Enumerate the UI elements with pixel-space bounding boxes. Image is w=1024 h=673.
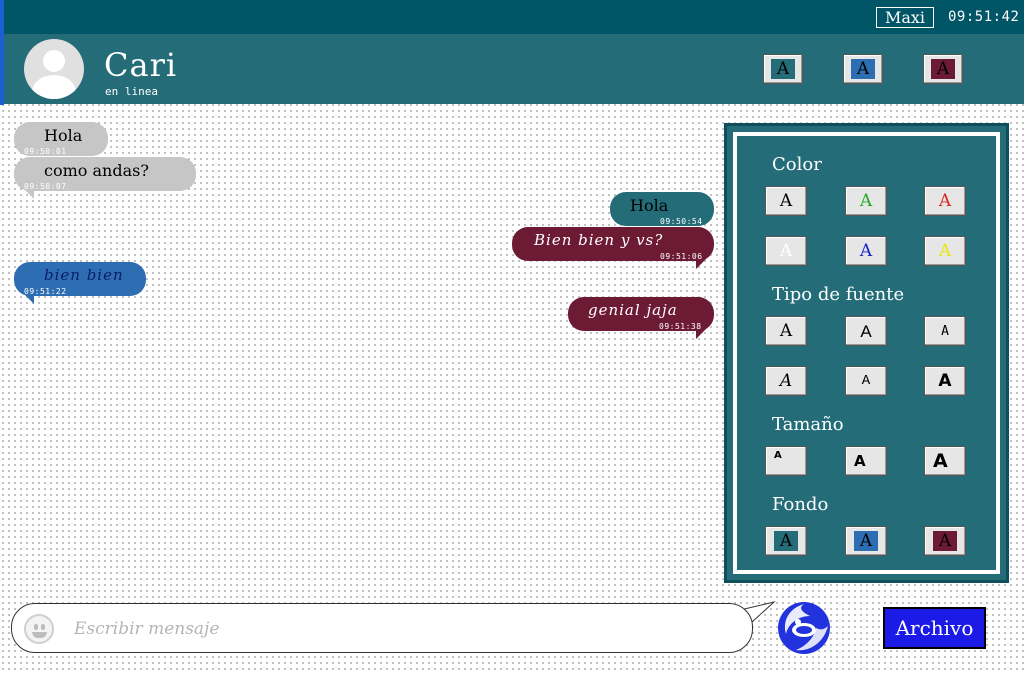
color-blue-glyph: A — [859, 240, 873, 261]
file-button[interactable]: Archivo — [883, 607, 986, 649]
avatar-head-icon — [43, 50, 65, 72]
font-bold-button[interactable]: A — [924, 366, 966, 396]
background-teal-swatch: A — [774, 531, 798, 551]
color-section-title: Color — [772, 154, 822, 175]
color-black-button[interactable]: A — [765, 186, 807, 216]
avatar-body-icon — [32, 75, 76, 99]
size-medium-glyph: A — [854, 451, 866, 470]
background-wine-button[interactable]: A — [924, 526, 966, 556]
message-text: como andas? — [44, 161, 149, 180]
bubble-tail — [24, 294, 34, 304]
message-time: 09:50:01 — [24, 147, 67, 156]
font-script-button[interactable]: A — [765, 366, 807, 396]
font-serif-button[interactable]: A — [765, 316, 807, 346]
bubble-tail — [696, 329, 706, 339]
emoji-eye — [41, 624, 45, 630]
background-teal-button[interactable]: A — [765, 526, 807, 556]
size-small-button[interactable]: A — [765, 446, 807, 476]
message-text: bien bien — [44, 266, 124, 284]
font-section-title: Tipo de fuente — [772, 284, 905, 305]
message-time: 09:50:54 — [660, 217, 703, 226]
message-bubble: Hola 09:50:54 — [610, 192, 714, 226]
theme-wine-swatch: A — [931, 59, 955, 79]
message-input[interactable] — [74, 614, 714, 644]
font-sans-button[interactable]: A — [845, 316, 887, 346]
font-mono-button[interactable]: A — [924, 316, 966, 346]
color-red-glyph: A — [938, 190, 952, 211]
size-section-title: Tamaño — [772, 414, 844, 435]
bubble-tail — [696, 259, 706, 269]
size-medium-button[interactable]: A — [845, 446, 887, 476]
color-blue-button[interactable]: A — [845, 236, 887, 266]
color-yellow-glyph: A — [938, 240, 952, 261]
emoji-eye — [34, 624, 38, 630]
background-blue-button[interactable]: A — [845, 526, 887, 556]
contact-status: en linea — [105, 85, 158, 98]
size-small-glyph: A — [774, 450, 782, 461]
background-wine-swatch: A — [933, 531, 957, 551]
color-green-glyph: A — [859, 190, 873, 211]
font-mono-glyph: A — [941, 323, 949, 339]
send-logo-icon[interactable] — [776, 600, 832, 656]
color-yellow-button[interactable]: A — [924, 236, 966, 266]
theme-teal-button[interactable]: A — [763, 54, 803, 84]
message-bubble: Bien bien y vs? 09:51:06 — [512, 227, 714, 269]
message-bubble: como andas? 09:50:07 — [14, 157, 196, 199]
message-composer — [11, 603, 753, 653]
message-text: Hola — [630, 196, 669, 215]
font-serif-glyph: A — [779, 320, 793, 341]
message-text: Hola — [44, 126, 83, 145]
contact-name: Cari — [104, 46, 178, 84]
emoji-mouth — [32, 632, 47, 638]
bubble-tail — [24, 189, 34, 199]
emoji-icon[interactable] — [24, 614, 54, 644]
theme-wine-button[interactable]: A — [923, 54, 963, 84]
theme-blue-swatch: A — [851, 59, 875, 79]
message-bubble: genial jaja 09:51:38 — [568, 297, 714, 339]
avatar[interactable] — [24, 39, 84, 99]
font-typewriter-glyph: A — [861, 373, 871, 389]
font-bold-glyph: A — [938, 370, 952, 391]
color-black-glyph: A — [779, 190, 793, 211]
clock: 09:51:42 — [948, 9, 1020, 25]
font-typewriter-button[interactable]: A — [845, 366, 887, 396]
message-bubble: bien bien 09:51:22 — [14, 262, 146, 304]
color-white-button[interactable]: A — [765, 236, 807, 266]
background-blue-swatch: A — [854, 531, 878, 551]
theme-teal-swatch: A — [771, 59, 795, 79]
theme-blue-button[interactable]: A — [843, 54, 883, 84]
message-text: Bien bien y vs? — [534, 231, 664, 249]
color-green-button[interactable]: A — [845, 186, 887, 216]
font-sans-glyph: A — [860, 321, 872, 341]
background-section-title: Fondo — [772, 494, 829, 515]
color-red-button[interactable]: A — [924, 186, 966, 216]
size-large-glyph: A — [933, 450, 948, 472]
chat-header: Cari en linea A A A — [4, 34, 1024, 104]
top-bar: Maxi 09:51:42 — [4, 0, 1024, 34]
style-panel: Color A A A A A A Tipo de fuente A A A A… — [724, 123, 1009, 583]
font-script-glyph: A — [779, 370, 793, 391]
message-bubble: Hola 09:50:01 — [14, 122, 108, 156]
color-white-glyph: A — [779, 240, 793, 261]
message-text: genial jaja — [588, 301, 678, 319]
current-user-label: Maxi — [876, 7, 934, 28]
size-large-button[interactable]: A — [924, 446, 966, 476]
